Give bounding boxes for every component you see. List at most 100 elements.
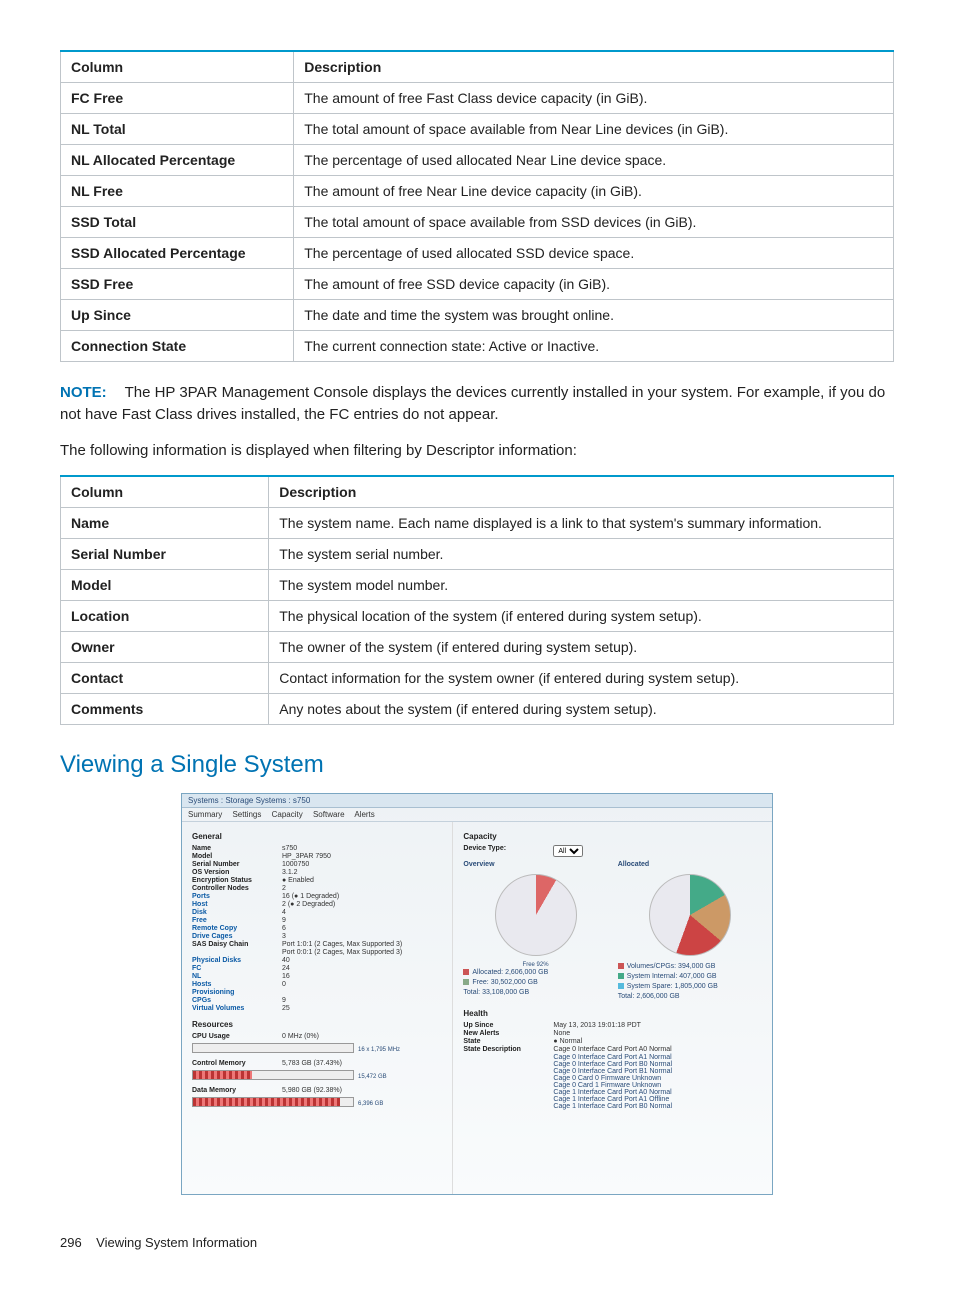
table-cell: NL Total [61,114,294,145]
col-header: Column [61,476,269,508]
table-cell: Name [61,508,269,539]
state-desc-line: Cage 0 Interface Card Port B1 Normal [553,1068,762,1075]
legend-item: Free: 30,502,000 GB [463,978,607,988]
lead-paragraph: The following information is displayed w… [60,440,894,462]
table-cell: The system model number. [269,570,894,601]
table-cell: The amount of free Near Line device capa… [294,176,894,207]
descriptor-columns-table: Column Description NameThe system name. … [60,475,894,725]
general-row: NL16 [192,973,442,980]
table-cell: Comments [61,694,269,725]
health-row: State DescriptionCage 0 Interface Card P… [463,1046,762,1053]
table-cell: SSD Allocated Percentage [61,238,294,269]
col-header: Description [294,51,894,83]
state-desc-line: Cage 0 Card 1 Firmware Unknown [553,1082,762,1089]
table-cell: NL Allocated Percentage [61,145,294,176]
general-label: General [192,832,442,841]
table-cell: Connection State [61,331,294,362]
general-row: FC24 [192,965,442,972]
state-desc-line: Cage 1 Interface Card Port A1 Offline [553,1096,762,1103]
table-cell: The total amount of space available from… [294,114,894,145]
general-row: Serial Number1000750 [192,861,442,868]
general-row: Controller Nodes2 [192,885,442,892]
section-heading: Viewing a Single System [60,751,894,779]
table-cell: FC Free [61,83,294,114]
state-desc-line: Cage 0 Interface Card Port B0 Normal [553,1061,762,1068]
table-cell: Location [61,601,269,632]
health-label: Health [463,1009,762,1018]
table-cell: Model [61,570,269,601]
table-cell: SSD Free [61,269,294,300]
general-row: Remote Copy6 [192,925,442,932]
overview-pie [495,874,577,956]
table-cell: Up Since [61,300,294,331]
table-cell: NL Free [61,176,294,207]
capacity-label: Capacity [463,832,762,841]
resource-row: Control Memory5,783 GB (37.43%) [192,1060,442,1067]
note-label: NOTE: [60,384,107,401]
tab-settings[interactable]: Settings [232,810,261,819]
general-row: SAS Daisy ChainPort 1:0:1 (2 Cages, Max … [192,941,442,948]
overview-label: Overview [463,861,607,868]
table-cell: SSD Total [61,207,294,238]
general-row: Disk4 [192,909,442,916]
legend-item: Volumes/CPGs: 394,000 GB [618,962,762,972]
legend-item: Total: 2,606,000 GB [618,992,762,1002]
general-row: Ports16 (● 1 Degraded) [192,893,442,900]
state-desc-line: Cage 0 Interface Card Port A1 Normal [553,1054,762,1061]
allocated-pie [649,874,731,956]
table-cell: The percentage of used allocated SSD dev… [294,238,894,269]
note-paragraph: NOTE: The HP 3PAR Management Console dis… [60,382,894,426]
device-type-label: Device Type: [463,845,553,857]
resource-row: CPU Usage0 MHz (0%) [192,1033,442,1040]
tab-alerts[interactable]: Alerts [354,810,374,819]
note-text: The HP 3PAR Management Console displays … [60,384,885,423]
table-cell: Contact information for the system owner… [269,663,894,694]
breadcrumb: Systems : Storage Systems : s750 [182,794,772,808]
resources-label: Resources [192,1020,442,1029]
general-row: Port 0:0:1 (2 Cages, Max Supported 3) [192,949,442,956]
general-row: OS Version3.1.2 [192,869,442,876]
col-header: Description [269,476,894,508]
general-row: Encryption Status● Enabled [192,877,442,884]
table-cell: The amount of free Fast Class device cap… [294,83,894,114]
general-row: Virtual Volumes25 [192,1005,442,1012]
page-number: 296 [60,1235,82,1250]
table-cell: The date and time the system was brought… [294,300,894,331]
legend-item: Total: 33,108,000 GB [463,988,607,998]
general-row: Hosts0 [192,981,442,988]
table-cell: The total amount of space available from… [294,207,894,238]
table-cell: The percentage of used allocated Near Li… [294,145,894,176]
state-desc-line: Cage 1 Interface Card Port A0 Normal [553,1089,762,1096]
general-row: ModelHP_3PAR 7950 [192,853,442,860]
table-cell: Contact [61,663,269,694]
col-header: Column [61,51,294,83]
tab-software[interactable]: Software [313,810,345,819]
general-row: Drive Cages3 [192,933,442,940]
footer-title: Viewing System Information [96,1235,257,1250]
tab-summary[interactable]: Summary [188,810,222,819]
allocated-label: Allocated [618,861,762,868]
health-row: New AlertsNone [463,1030,762,1037]
table-cell: The system name. Each name displayed is … [269,508,894,539]
table-cell: The current connection state: Active or … [294,331,894,362]
table-cell: Any notes about the system (if entered d… [269,694,894,725]
tab-capacity[interactable]: Capacity [272,810,303,819]
table-cell: The owner of the system (if entered duri… [269,632,894,663]
device-type-select[interactable]: All [553,845,583,857]
single-system-screenshot: Systems : Storage Systems : s750 Summary… [181,793,773,1195]
health-row: Up SinceMay 13, 2013 19:01:18 PDT [463,1022,762,1029]
legend-item: Allocated: 2,606,000 GB [463,968,607,978]
table-cell: The physical location of the system (if … [269,601,894,632]
general-row: Names750 [192,845,442,852]
general-row: Provisioning [192,989,442,996]
table-cell: Owner [61,632,269,663]
general-row: Free9 [192,917,442,924]
legend-item: System Spare: 1,805,000 GB [618,982,762,992]
general-row: Physical Disks40 [192,957,442,964]
state-desc-line: Cage 1 Interface Card Port B0 Normal [553,1103,762,1110]
state-desc-line: Cage 0 Card 0 Firmware Unknown [553,1075,762,1082]
tabs: Summary Settings Capacity Software Alert… [182,808,772,822]
table-cell: Serial Number [61,539,269,570]
health-row: State● Normal [463,1038,762,1045]
general-row: Host2 (● 2 Degraded) [192,901,442,908]
